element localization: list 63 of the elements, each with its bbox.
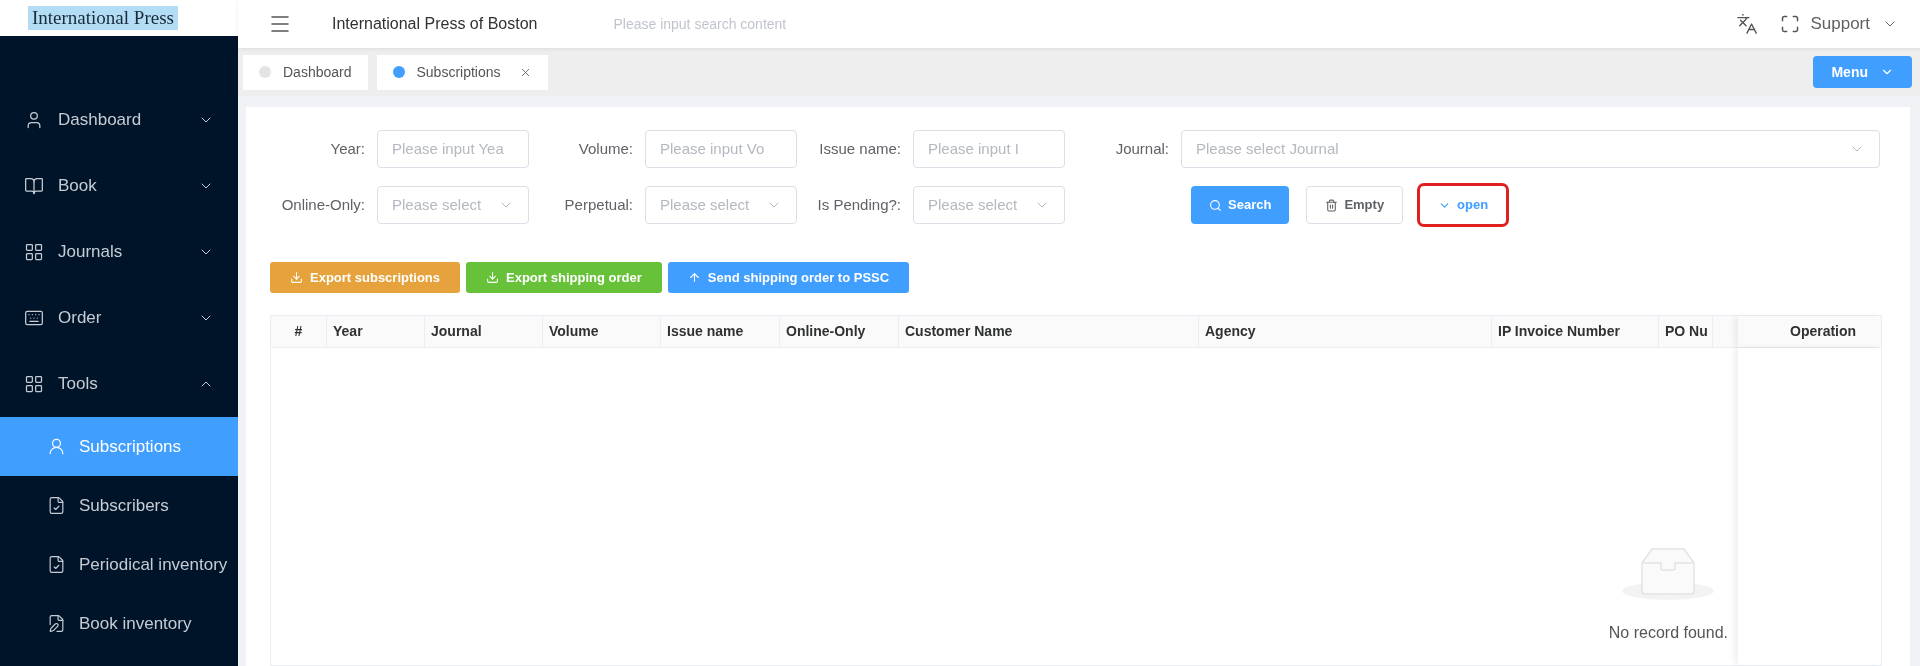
column-header: # — [271, 316, 327, 347]
field-label: Issue name: — [818, 138, 902, 159]
export-button[interactable]: Export shipping order — [466, 262, 662, 293]
field-label: Year: — [329, 138, 366, 159]
select-field[interactable]: Please select — [377, 186, 529, 224]
sidebar-item[interactable]: Book — [0, 153, 238, 219]
trash-icon — [1325, 198, 1339, 212]
input-field[interactable]: Please input Vo — [645, 130, 797, 168]
search-field[interactable]: Please input search content — [613, 13, 914, 35]
expand-toggle[interactable]: open — [1420, 186, 1507, 224]
page-tab[interactable]: Dashboard — [243, 54, 368, 90]
column-header: Operation — [1738, 316, 1881, 347]
grid-icon — [24, 242, 44, 262]
column-header: Volume — [543, 316, 661, 347]
sidebar-subitem[interactable]: Periodical inventory — [0, 535, 238, 594]
grid-icon — [24, 374, 44, 394]
export-button[interactable]: Export subscriptions — [270, 262, 461, 293]
sidebar-subitem[interactable]: Subscriptions — [0, 417, 238, 476]
select-field[interactable]: Please select — [913, 186, 1065, 224]
column-header: IP Invoice Number — [1492, 316, 1659, 347]
select-field[interactable]: Please select Journal — [1181, 130, 1880, 168]
field-label: Volume: — [577, 138, 634, 159]
sidebar-item[interactable]: Order — [0, 285, 238, 351]
export-button[interactable]: Send shipping order to PSSC — [667, 262, 910, 293]
column-header: Customer Name — [899, 316, 1199, 347]
person-icon — [47, 437, 66, 456]
search-icon — [1209, 198, 1222, 212]
column-header: PO Nu — [1659, 316, 1713, 347]
sidebar-subitem[interactable]: Subscribers — [0, 476, 238, 535]
empty-message: No record found. — [1608, 623, 1728, 643]
book-icon — [24, 176, 44, 196]
download-icon — [290, 271, 303, 284]
sidebar-item[interactable]: Dashboard — [0, 87, 238, 153]
menu-button[interactable]: Menu — [1813, 56, 1912, 88]
document-check-icon — [47, 555, 66, 574]
document-check-icon — [47, 496, 66, 515]
field-label: Is Pending?: — [816, 194, 902, 215]
search-button[interactable]: Search — [1191, 186, 1290, 224]
edit-document-icon — [47, 614, 66, 633]
keyboard-icon — [24, 308, 44, 328]
sidebar-subitem[interactable]: Book inventory — [0, 594, 238, 653]
download-icon — [486, 271, 500, 284]
input-field[interactable]: Please input Yea — [377, 130, 529, 168]
column-header: Online-Only — [780, 316, 899, 347]
sidebar-item[interactable]: Tools — [0, 351, 238, 417]
column-header: Issue name — [661, 316, 780, 347]
column-header: Year — [327, 316, 425, 347]
sidebar-item[interactable]: Journals — [0, 219, 238, 285]
upload-icon — [687, 271, 701, 284]
field-label: Journal: — [1114, 138, 1170, 159]
input-field[interactable]: Please input I — [913, 130, 1065, 168]
empty-button[interactable]: Empty — [1306, 186, 1404, 224]
field-label: Perpetual: — [563, 194, 634, 215]
app-title: International Press of Boston — [332, 14, 538, 34]
page-tab[interactable]: Subscriptions — [376, 54, 548, 90]
column-header: Journal — [425, 316, 543, 347]
user-menu[interactable]: Support — [1810, 11, 1898, 37]
logo[interactable]: International Press — [28, 6, 178, 30]
fullscreen-icon[interactable] — [1780, 14, 1801, 34]
field-label: Online-Only: — [280, 194, 366, 215]
column-header: Agency — [1199, 316, 1492, 347]
select-field[interactable]: Please select — [645, 186, 797, 224]
translate-icon[interactable] — [1736, 13, 1759, 35]
